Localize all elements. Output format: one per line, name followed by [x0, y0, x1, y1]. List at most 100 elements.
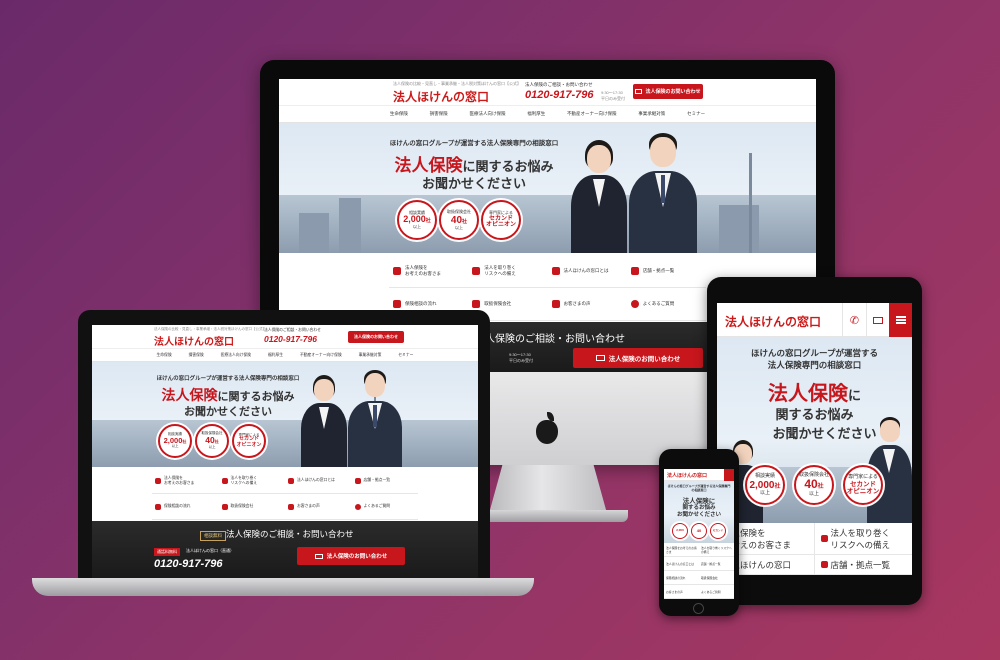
phone-button[interactable]: ✆ [842, 303, 866, 337]
flow-icon [393, 300, 401, 308]
menu-item[interactable]: 法人保険をお考えのお客さま [664, 543, 699, 557]
badge-second-opinion: セカンド [710, 523, 726, 539]
menu-item[interactable]: 店舗・拠点一覧 [814, 555, 912, 575]
toll-free-label: 通話料無料 [154, 548, 180, 556]
nav-item[interactable]: 福利厚生 [268, 353, 283, 358]
contact-hours: 9:30〜17:30 平日のみ受付 [509, 352, 533, 363]
mail-icon [635, 89, 643, 94]
menu-item[interactable]: 法人ほけんの窓口とは [664, 557, 699, 571]
header-phone[interactable]: 0120-917-796 [525, 89, 594, 101]
mail-icon [873, 316, 883, 324]
nav-item[interactable]: 損害保険 [189, 353, 204, 358]
menu-item[interactable]: 法人を取り巻くリスクへの備え [218, 468, 285, 494]
nav-item[interactable]: 不動産オーナー向け保険 [567, 111, 617, 117]
hero-subtitle: ほけんの窓口グループが運営する法人保険専門の相談窓口 [156, 376, 300, 382]
menu-item[interactable]: 店舗・拠点一覧 [699, 557, 734, 571]
building [339, 198, 361, 253]
chat-icon [551, 300, 560, 308]
question-icon [354, 503, 361, 510]
header-phone[interactable]: 0120-917-796 [264, 334, 317, 344]
hero-title: 法人保険に関するお悩み [161, 387, 295, 403]
contact-phone[interactable]: 0120-917-796 [154, 558, 223, 570]
site-logo[interactable]: 法人ほけんの窓口 [725, 313, 821, 330]
office-icon [472, 300, 481, 308]
menu-item[interactable]: 法人保険をお考えのお客さま [152, 468, 219, 494]
nav-item[interactable]: 医療法人向け保険 [221, 353, 251, 358]
woman-advisor [569, 135, 629, 253]
menu-item[interactable]: 保険相談の流れ [152, 494, 219, 520]
tie [661, 175, 665, 203]
badge-consult-record: 相談実績 2,000社 以上 [397, 200, 437, 240]
face [314, 379, 334, 401]
menu-item[interactable]: 法人ほけんの窓口とは [285, 468, 352, 494]
site-logo[interactable]: 法人ほけんの窓口 [154, 333, 234, 348]
badge-insurance-companies: 40 [691, 523, 707, 539]
nav-item[interactable]: 生命保険 [156, 353, 171, 358]
header-consult-label: 法人保険のご相談・お問い合わせ [264, 328, 321, 332]
nav-item[interactable]: 医療法人向け保険 [469, 111, 505, 117]
building-icon [630, 267, 639, 275]
nav-item[interactable]: 事業承継対策 [359, 353, 382, 358]
menu-item[interactable]: 店舗・拠点一覧 [351, 468, 418, 494]
building [299, 213, 329, 253]
header-contact-button[interactable]: 法人保険のお問い合わせ [633, 84, 703, 99]
monitor-stand-base [470, 510, 628, 522]
menu-item[interactable]: 法人を取り巻くリスクへの備え [814, 523, 912, 555]
site-logo[interactable]: 法人ほけんの窓口 [667, 472, 707, 479]
mail-icon [595, 355, 605, 361]
menu-item[interactable]: お客さまの声 [664, 585, 699, 599]
nav-item[interactable]: 損害保険 [430, 111, 448, 117]
site-header: 法人保険の比較・見直し・事業承継・法人税対策ほけんの窓口【公式】 法人ほけんの窓… [279, 79, 816, 105]
mail-button[interactable] [866, 303, 889, 337]
nav-item[interactable]: 不動産オーナー向け保険 [300, 353, 342, 358]
menu-button[interactable] [724, 469, 734, 481]
menu-item[interactable]: よくあるご質問 [351, 494, 418, 520]
laptop-menu-grid: 法人保険を お考えのお客さま 法人を取り巻く リスクへの備え 法人ほけんの窓口とは … [152, 468, 418, 520]
menu-item[interactable]: 法人を取り巻くリスクへの備え [699, 543, 734, 557]
woman-advisor [300, 371, 348, 467]
menu-item[interactable]: 取扱保険会社 [218, 494, 285, 520]
nav-item[interactable]: 福利厚生 [527, 111, 545, 117]
tablet-site: 法人ほけんの窓口 ✆ ほけんの窓口グループが運営する 法人保険専門の相談窓口 法… [717, 303, 912, 575]
nav-item[interactable]: 生命保険 [390, 111, 408, 117]
hero-subtitle: ほけんの窓口グループが運営する法人保険専門の相談窓口 [389, 140, 559, 147]
face [365, 373, 385, 397]
header-contact-button[interactable]: 法人保険のお問い合わせ [348, 331, 404, 343]
contact-button[interactable]: 法人保険のお問い合わせ [573, 348, 703, 368]
contact-button[interactable]: 法人保険のお問い合わせ [297, 547, 405, 565]
laptop-site: 法人保険の比較・見直し・事業承継・法人税対策ほけんの窓口【公式】 法人ほけんの窓… [92, 325, 478, 578]
menu-item[interactable]: 保険相談の流れ [664, 571, 699, 585]
site-logo[interactable]: 法人ほけんの窓口 [393, 88, 489, 105]
badge-second-opinion: 専門家による セカンド オピニオン [481, 200, 521, 240]
menu-item[interactable]: 法人ほけんの窓口とは [547, 255, 627, 288]
phone-menu-grid: 法人保険をお考えのお客さま 法人を取り巻くリスクへの備え 法人ほけんの窓口とは … [664, 543, 734, 599]
apple-logo-icon [536, 420, 558, 444]
face [587, 145, 611, 173]
menu-item[interactable]: お客さまの声 [285, 494, 352, 520]
menu-item[interactable]: お客さまの声 [547, 288, 627, 321]
menu-item[interactable]: 店舗・拠点一覧 [626, 255, 706, 288]
site-tagline: 法人保険の比較・見直し・事業承継・法人税対策ほけんの窓口【公式】 [393, 81, 521, 86]
tablet-header: 法人ほけんの窓口 ✆ [717, 303, 912, 337]
group-icon [551, 267, 560, 275]
menu-item[interactable]: 取扱保険会社 [699, 571, 734, 585]
menu-item[interactable]: 法人を取り巻くリスクへの備え [468, 255, 548, 288]
menu-item[interactable]: 法人保険をお考えのお客さま [389, 255, 469, 288]
nav-item[interactable]: セミナー [398, 353, 413, 358]
hamburger-icon [895, 319, 906, 321]
building-icon [820, 561, 828, 568]
nav-item[interactable]: 事業承継対策 [638, 111, 665, 117]
menu-item[interactable]: よくあるご質問 [699, 585, 734, 599]
menu-button[interactable] [889, 303, 912, 337]
menu-item[interactable]: よくあるご質問 [626, 288, 706, 321]
hero-subtitle-2: 法人保険専門の相談窓口 [767, 360, 862, 370]
phone-site: 法人ほけんの窓口 ほけんの窓口グループが運営する法人保険専門の相談窓口 法人保険… [664, 469, 734, 599]
tablet-menu-grid: 法人保険を お考えのお客さま 法人を取り巻く リスクへの備え 法人ほけんの窓口 店舗… [717, 523, 912, 575]
nav-item[interactable]: セミナー [687, 111, 705, 117]
badge-consult-record: 相談実績 2,000社 以上 [158, 424, 192, 458]
hero-title-line2: お聞かせください [184, 406, 272, 418]
phone-home-button[interactable] [693, 603, 704, 614]
question-icon [630, 300, 639, 308]
person-icon [393, 267, 401, 275]
badge-insurance-companies: 取扱保険会社 40社 以上 [195, 424, 229, 458]
